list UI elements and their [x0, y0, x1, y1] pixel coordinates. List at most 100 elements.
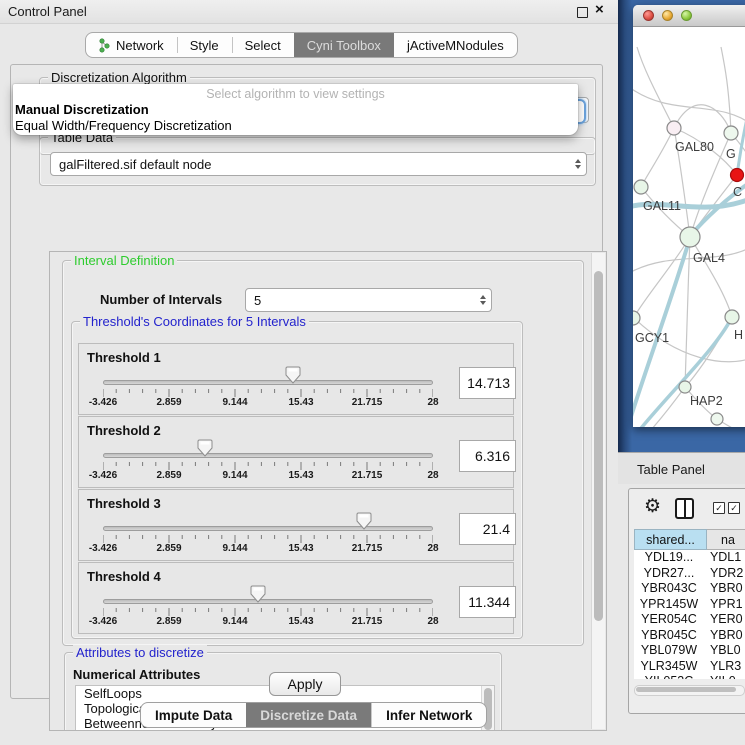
tab-infer-network[interactable]: Infer Network	[371, 703, 486, 727]
control-panel-window: Control Panel × NetworkStyleSelectCyni T…	[0, 0, 618, 745]
slider-thumb[interactable]	[197, 439, 213, 457]
table-row[interactable]: YBR043CYBR0	[634, 581, 745, 597]
number-of-intervals-label: Number of Intervals	[100, 292, 222, 307]
cell-name[interactable]: YBR0	[704, 628, 745, 644]
network-node[interactable]	[667, 121, 681, 135]
slider-track[interactable]	[103, 380, 433, 385]
dropdown-placeholder-option[interactable]: Select algorithm to view settings	[13, 87, 578, 101]
control-panel-titlebar[interactable]: Control Panel ×	[0, 0, 618, 24]
algorithm-dropdown-popup: Select algorithm to view settings Manual…	[13, 84, 578, 135]
cell-shared-name[interactable]: YDL19...	[634, 550, 704, 566]
cell-name[interactable]: YPR1	[704, 597, 745, 613]
slider-track[interactable]	[103, 599, 433, 604]
scrollbar-thumb[interactable]	[636, 687, 736, 692]
network-node[interactable]	[711, 413, 723, 425]
tab-select[interactable]: Select	[232, 33, 294, 57]
network-node[interactable]	[679, 381, 691, 393]
tick-label: 2.859	[156, 470, 181, 481]
network-node[interactable]	[724, 126, 738, 140]
tab-label: jActiveMNodules	[407, 38, 504, 53]
cell-shared-name[interactable]: YBR045C	[634, 628, 704, 644]
close-traffic-light-icon[interactable]	[643, 10, 654, 21]
slider-thumb[interactable]	[285, 366, 301, 384]
table-row[interactable]: YPR145WYPR1	[634, 597, 745, 613]
zoom-traffic-light-icon[interactable]	[681, 10, 692, 21]
network-node[interactable]	[731, 169, 744, 182]
cell-name[interactable]: YIL0	[704, 674, 745, 679]
table-row[interactable]: YBR045CYBR0	[634, 628, 745, 644]
table-data-select[interactable]: galFiltered.sif default node	[50, 152, 587, 176]
column-header-name[interactable]: na	[707, 529, 745, 550]
tab-discretize-data[interactable]: Discretize Data	[246, 703, 371, 727]
cell-shared-name[interactable]: YIL053C	[634, 674, 704, 679]
cell-shared-name[interactable]: YPR145W	[634, 597, 704, 613]
gear-icon[interactable]: ⚙	[644, 497, 661, 516]
slider-track[interactable]	[103, 453, 433, 458]
network-node[interactable]	[725, 310, 739, 324]
tick-label: 21.715	[352, 543, 383, 554]
cell-name[interactable]: YER0	[704, 612, 745, 628]
cell-shared-name[interactable]: YDR27...	[634, 566, 704, 582]
slider-track[interactable]	[103, 526, 433, 531]
cell-name[interactable]: YBR0	[704, 581, 745, 597]
slider-tick-labels: -3.4262.8599.14415.4321.71528	[103, 397, 433, 409]
threshold-label: Threshold 4	[87, 569, 161, 584]
network-window-titlebar[interactable]	[633, 5, 745, 27]
threshold-value-field[interactable]: 11.344	[459, 586, 516, 618]
number-of-intervals-select[interactable]: 5	[245, 288, 492, 312]
dropdown-option-manual[interactable]: Manual Discretization	[15, 102, 149, 117]
column-header-shared-name[interactable]: shared...	[634, 529, 707, 550]
stepper-arrows-icon[interactable]	[575, 159, 581, 169]
slider-thumb[interactable]	[356, 512, 372, 530]
float-window-icon[interactable]	[577, 7, 588, 18]
cell-shared-name[interactable]: YBR043C	[634, 581, 704, 597]
dropdown-option-equal-width[interactable]: Equal Width/Frequency Discretization	[15, 118, 232, 133]
settings-scrollpane: Interval Definition Number of Intervals …	[49, 251, 607, 731]
table-row[interactable]: YDL19...YDL1	[634, 550, 745, 566]
minimize-traffic-light-icon[interactable]	[662, 10, 673, 21]
cell-shared-name[interactable]: YLR345W	[634, 659, 704, 675]
cell-name[interactable]: YBL0	[704, 643, 745, 659]
table-horizontal-scrollbar[interactable]	[634, 685, 745, 696]
network-view-window[interactable]: GAL80GCGAL11GAL4GCY1HHAP2	[633, 5, 745, 427]
stepper-arrows-icon[interactable]	[480, 295, 486, 305]
tab-impute-data[interactable]: Impute Data	[141, 703, 246, 727]
network-icon	[99, 38, 110, 52]
network-canvas[interactable]: GAL80GCGAL11GAL4GCY1HHAP2	[633, 27, 745, 427]
settings-vertical-scrollbar[interactable]	[591, 253, 605, 729]
slider-thumb[interactable]	[250, 585, 266, 603]
tab-cyni-toolbox[interactable]: Cyni Toolbox	[294, 33, 394, 57]
network-node[interactable]	[634, 180, 648, 194]
close-icon[interactable]: ×	[595, 1, 604, 18]
table-row[interactable]: YBL079WYBL0	[634, 643, 745, 659]
scrollbar-thumb[interactable]	[594, 271, 603, 621]
tab-network[interactable]: Network	[86, 33, 177, 57]
network-node[interactable]	[680, 227, 700, 247]
checkbox-icon[interactable]: ✓	[713, 502, 725, 514]
cell-name[interactable]: YDL1	[704, 550, 745, 566]
tick-label: -3.426	[89, 470, 117, 481]
tick-label: 15.43	[288, 616, 313, 627]
cell-name[interactable]: YDR2	[704, 566, 745, 582]
tab-style[interactable]: Style	[177, 33, 232, 57]
cell-name[interactable]: YLR3	[704, 659, 745, 675]
tick-label: -3.426	[89, 397, 117, 408]
checkbox-icon[interactable]: ✓	[728, 502, 740, 514]
threshold-value-field[interactable]: 14.713	[459, 367, 516, 399]
table-row[interactable]: YLR345WYLR3	[634, 659, 745, 675]
tick-label: 2.859	[156, 616, 181, 627]
cell-shared-name[interactable]: YBL079W	[634, 643, 704, 659]
tab-separator	[232, 37, 233, 53]
table-row[interactable]: YER054CYER0	[634, 612, 745, 628]
threshold-value-field[interactable]: 21.4	[459, 513, 516, 545]
table-row[interactable]: YDR27...YDR2	[634, 566, 745, 582]
tab-jactivemnodules[interactable]: jActiveMNodules	[394, 33, 517, 57]
cell-shared-name[interactable]: YER054C	[634, 612, 704, 628]
split-columns-icon[interactable]	[675, 498, 694, 519]
tick-label: -3.426	[89, 543, 117, 554]
table-panel-header[interactable]: Table Panel	[618, 452, 745, 486]
threshold-value-field[interactable]: 6.316	[459, 440, 516, 472]
table-row[interactable]: YIL053CYIL0	[634, 674, 745, 679]
table-rows: YDL19...YDL1YDR27...YDR2YBR043CYBR0YPR14…	[634, 550, 745, 679]
apply-button[interactable]: Apply	[269, 672, 341, 696]
